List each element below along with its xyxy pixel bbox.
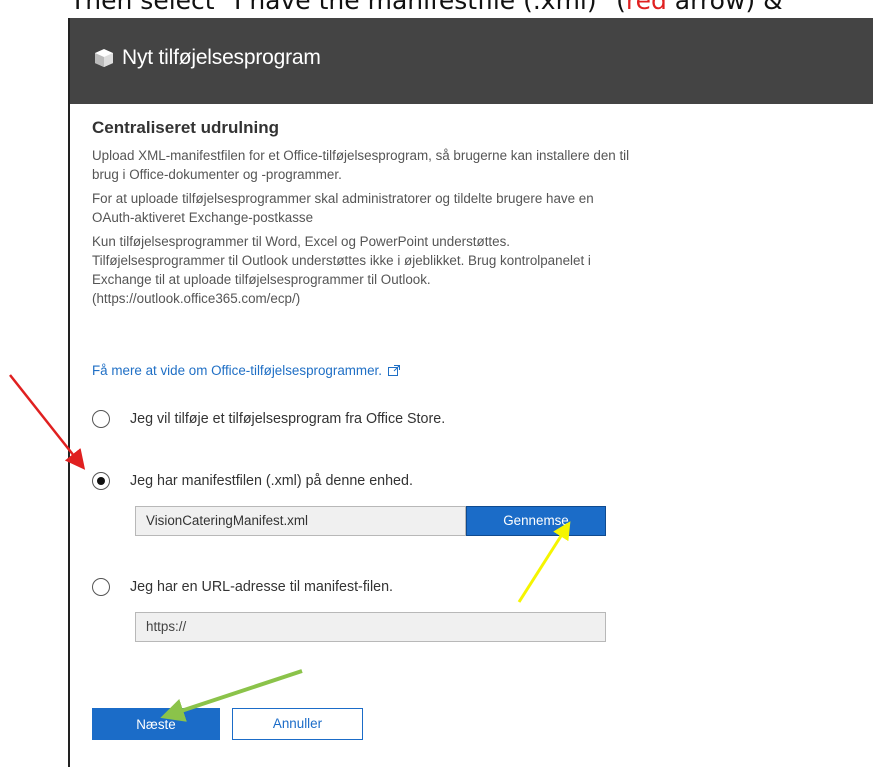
section-title: Centraliseret udrulning xyxy=(92,118,280,137)
cancel-button[interactable]: Annuller xyxy=(232,708,363,740)
description-paragraph-1: Upload XML-manifestfilen for et Office-t… xyxy=(92,148,630,182)
option-manifest-file[interactable]: Jeg har manifestfilen (.xml) på denne en… xyxy=(92,472,413,490)
next-button[interactable]: Næste xyxy=(92,708,220,740)
caption-prefix: Then select "I have the manifestfile (.x… xyxy=(70,0,626,15)
manifest-file-radio[interactable] xyxy=(92,472,110,490)
learn-more-link-text: Få mere at vide om Office-tilføjelsespro… xyxy=(92,363,382,378)
manifest-file-input[interactable]: VisionCateringManifest.xml xyxy=(135,506,466,536)
caption-red-word: red xyxy=(625,0,667,15)
option-office-store[interactable]: Jeg vil tilføje et tilføjelsesprogram fr… xyxy=(92,410,445,428)
description-paragraph-2: For at uploade tilføjelsesprogrammer ska… xyxy=(92,191,594,225)
office-store-radio[interactable] xyxy=(92,410,110,428)
manifest-url-input[interactable]: https:// xyxy=(135,612,606,642)
office-addin-icon xyxy=(94,48,114,73)
dialog-title: Nyt tilføjelsesprogram xyxy=(122,46,321,69)
dialog-header: Nyt tilføjelsesprogram xyxy=(70,18,873,104)
description-paragraph-3: Kun tilføjelsesprogrammer til Word, Exce… xyxy=(92,234,591,306)
external-link-icon xyxy=(387,365,400,376)
new-addin-dialog: Nyt tilføjelsesprogram Centraliseret udr… xyxy=(68,18,873,767)
instruction-caption: Then select "I have the manifestfile (.x… xyxy=(70,0,873,16)
office-store-label: Jeg vil tilføje et tilføjelsesprogram fr… xyxy=(130,411,446,427)
browse-button[interactable]: Gennemse xyxy=(466,506,606,536)
manifest-file-label: Jeg har manifestfilen (.xml) på denne en… xyxy=(130,473,413,489)
caption-suffix: arrow) & xyxy=(666,0,783,15)
learn-more-link[interactable]: Få mere at vide om Office-tilføjelsespro… xyxy=(92,363,400,378)
dialog-content: Centraliseret udrulning Upload XML-manif… xyxy=(92,118,632,313)
manifest-url-label: Jeg har en URL-adresse til manifest-file… xyxy=(130,579,394,595)
manifest-url-radio[interactable] xyxy=(92,578,110,596)
option-manifest-url[interactable]: Jeg har en URL-adresse til manifest-file… xyxy=(92,578,393,596)
